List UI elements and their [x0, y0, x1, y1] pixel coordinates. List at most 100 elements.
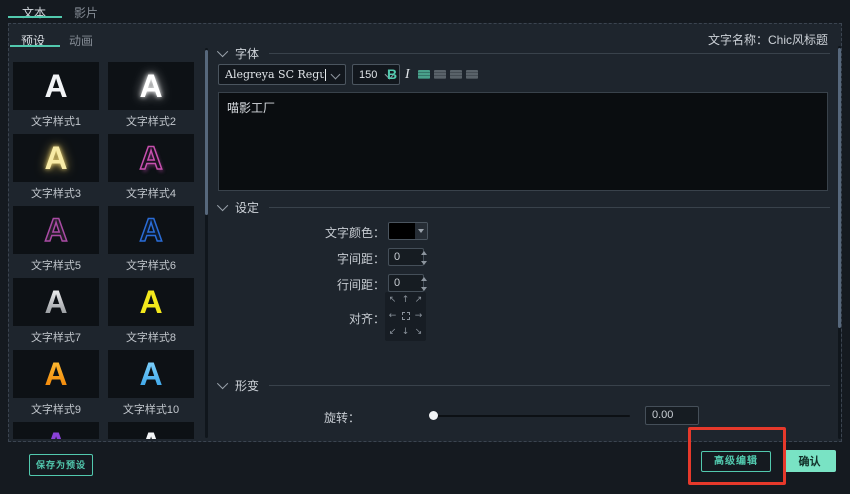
confirm-button[interactable]: 确认 — [783, 450, 836, 472]
preset-letter: A — [44, 68, 68, 104]
align-arrow-cell[interactable]: → — [415, 311, 423, 321]
triangle-down-icon — [418, 229, 424, 233]
letter-spacing-input[interactable]: 0 — [388, 248, 424, 266]
preset-grid: A 文字样式1 A 文字样式2 A 文字样式3 A 文字样式4 A 文字样式5 A 文字样式6 A 文字样… — [13, 62, 194, 494]
preset-letter: A — [139, 422, 162, 439]
spinner-up-icon[interactable] — [421, 277, 427, 281]
bold-button[interactable]: B — [387, 64, 397, 85]
align-grid: ↖ ↑ ↗ ← → ↙ ↓ ↘ — [385, 292, 426, 341]
align-justify-icon[interactable] — [466, 70, 478, 79]
preset-letter: A — [139, 350, 162, 398]
align-arrow-cell[interactable]: ↖ — [389, 296, 397, 305]
preset-letter: A — [139, 211, 164, 249]
preset-tile[interactable]: A — [13, 278, 99, 326]
tab-animation[interactable]: 动画 — [69, 32, 93, 49]
preset-item[interactable]: A 文字样式4 — [108, 134, 194, 206]
tab-text-underline — [8, 16, 62, 18]
transform-section-header[interactable]: 形变 — [216, 377, 830, 393]
letter-spacing-label: 字间距： — [336, 252, 385, 266]
align-arrow-cell[interactable]: ↓ — [402, 327, 410, 337]
align-arrow-cell[interactable]: ← — [389, 311, 397, 321]
preset-label: 文字样式3 — [30, 188, 82, 200]
font-family-value: Alegreya SC Regular — [225, 68, 324, 81]
text-align-bar — [418, 70, 478, 79]
preset-item[interactable]: A 文字样式7 — [13, 278, 99, 350]
preset-item[interactable]: A 文字样式5 — [13, 206, 99, 278]
align-left-icon[interactable] — [418, 70, 430, 79]
preset-label: 文字样式9 — [30, 404, 82, 416]
chevron-down-icon — [330, 69, 341, 80]
font-section-header[interactable]: 字体 — [216, 45, 830, 61]
italic-button[interactable]: I — [405, 64, 410, 85]
align-arrow-cell[interactable]: ↗ — [415, 296, 423, 305]
main-scrollbar-thumb[interactable] — [838, 48, 841, 328]
preset-label: 文字样式10 — [122, 404, 180, 416]
spinner-up-icon[interactable] — [421, 251, 427, 255]
preset-tile[interactable]: A — [13, 134, 99, 182]
preset-label: 文字样式5 — [30, 260, 82, 272]
preset-tile[interactable]: A — [13, 350, 99, 398]
collapse-chevron-icon[interactable] — [216, 45, 229, 58]
rotate-value-input[interactable]: 0.00 — [645, 406, 699, 425]
preset-label: 文字样式4 — [125, 188, 177, 200]
preset-letter: A — [139, 284, 163, 320]
preset-item[interactable]: A 文字样式9 — [13, 350, 99, 422]
preset-letter: A — [44, 422, 67, 439]
preset-letter: A — [44, 278, 67, 326]
preset-tile[interactable]: A — [13, 206, 99, 254]
preset-item-partial[interactable]: A — [108, 422, 194, 494]
preset-item[interactable]: A 文字样式3 — [13, 134, 99, 206]
letter-spacing-stepper — [421, 249, 427, 265]
align-center-icon[interactable] — [434, 70, 446, 79]
align-center-cell[interactable] — [401, 312, 410, 321]
align-label: 对齐： — [348, 312, 385, 326]
preset-tile[interactable]: A — [108, 206, 194, 254]
sidebar-scrollbar-thumb[interactable] — [205, 50, 208, 215]
preset-tile[interactable]: A — [108, 422, 194, 439]
preset-label: 文字样式1 — [30, 116, 82, 128]
spinner-down-icon[interactable] — [421, 287, 427, 291]
text-caret — [325, 68, 326, 81]
preset-item[interactable]: A 文字样式1 — [13, 62, 99, 134]
align-arrow-cell[interactable]: ↑ — [402, 296, 410, 305]
line-spacing-input[interactable]: 0 — [388, 274, 424, 292]
preset-tile[interactable]: A — [108, 134, 194, 182]
preset-item[interactable]: A 文字样式6 — [108, 206, 194, 278]
text-color-picker[interactable] — [388, 222, 428, 240]
advanced-edit-button[interactable]: 高级编辑 — [701, 451, 771, 472]
preset-item[interactable]: A 文字样式8 — [108, 278, 194, 350]
save-as-preset-button[interactable]: 保存为预设 — [29, 454, 94, 476]
align-arrow-cell[interactable]: ↘ — [415, 327, 423, 337]
preset-item[interactable]: A 文字样式2 — [108, 62, 194, 134]
preset-tile[interactable]: A — [108, 350, 194, 398]
collapse-chevron-icon[interactable] — [216, 377, 229, 390]
preset-item[interactable]: A 文字样式10 — [108, 350, 194, 422]
section-title: 设定 — [235, 200, 260, 215]
preset-tile[interactable]: A — [13, 62, 99, 110]
preset-letter: A — [44, 211, 69, 249]
preset-tile[interactable]: A — [108, 62, 194, 110]
rotate-slider-handle[interactable] — [429, 411, 438, 420]
align-right-icon[interactable] — [450, 70, 462, 79]
color-dropdown-button[interactable] — [415, 223, 427, 239]
preset-tile[interactable]: A — [13, 422, 99, 439]
preset-label: 文字样式6 — [125, 260, 177, 272]
text-color-label: 文字颜色： — [324, 226, 385, 240]
preset-letter: A — [139, 68, 163, 104]
color-swatch[interactable] — [389, 223, 415, 239]
rotate-slider-track[interactable] — [432, 415, 630, 417]
tab-video[interactable]: 影片 — [74, 4, 98, 21]
line-spacing-stepper — [421, 275, 427, 291]
text-content-input[interactable]: 喵影工厂 — [218, 92, 828, 191]
font-family-select[interactable]: Alegreya SC Regular — [218, 64, 346, 85]
section-divider — [269, 384, 830, 386]
preset-letter: A — [139, 139, 164, 177]
tab-text[interactable]: 文本 — [22, 4, 46, 21]
align-arrow-cell[interactable]: ↙ — [389, 327, 397, 337]
collapse-chevron-icon[interactable] — [216, 199, 229, 212]
preset-tile[interactable]: A — [108, 278, 194, 326]
line-spacing-label: 行间距： — [336, 278, 385, 292]
settings-section-header[interactable]: 设定 — [216, 199, 830, 215]
rotate-label: 旋转： — [323, 411, 360, 425]
spinner-down-icon[interactable] — [421, 261, 427, 265]
